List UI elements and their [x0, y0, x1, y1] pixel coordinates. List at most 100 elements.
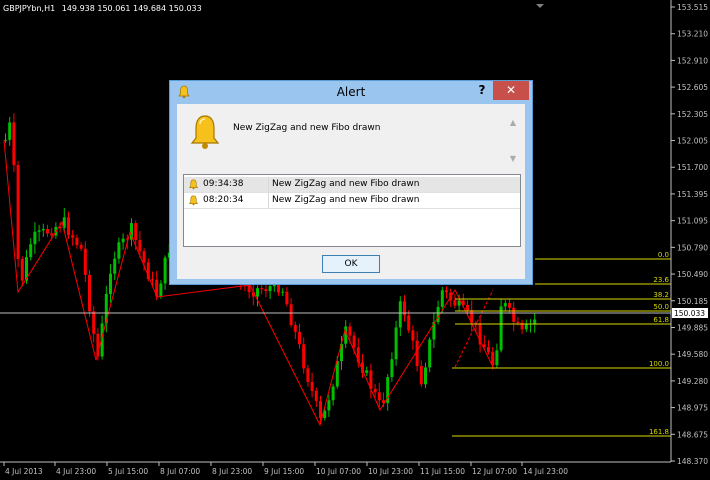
price-tick-label: 148.675 — [677, 430, 708, 439]
candle-body — [151, 279, 154, 281]
alert-dialog: Alert ? ✕ New ZigZag and new Fibo drawn … — [169, 80, 533, 285]
candle-body — [41, 229, 45, 231]
alert-body: New ZigZag and new Fibo drawn ▲ ▼ 09:34:… — [177, 104, 525, 279]
candle-body — [159, 283, 163, 297]
candle-body — [306, 368, 310, 383]
current-price-label: 150.033 — [674, 309, 705, 318]
bell-icon — [190, 115, 220, 149]
alert-time: 09:34:38 — [203, 179, 244, 189]
candle-body — [428, 339, 432, 368]
candle-body — [524, 324, 528, 330]
price-tick-label: 153.210 — [677, 30, 708, 39]
candle-body — [495, 350, 499, 366]
alert-list[interactable]: 09:34:38 New ZigZag and new Fibo drawn 0… — [183, 174, 521, 247]
candle-body — [398, 301, 402, 328]
candle-body — [83, 248, 87, 275]
candle-body — [8, 122, 12, 140]
candle-body — [445, 290, 448, 293]
candle-body — [411, 330, 415, 341]
candle-body — [352, 335, 356, 348]
price-tick-label: 152.910 — [677, 56, 708, 65]
bell-icon — [188, 179, 199, 190]
candle-body — [415, 340, 419, 366]
candle-body — [516, 321, 520, 323]
candle-body — [298, 331, 301, 345]
candle-body — [293, 325, 297, 332]
price-tick-label: 152.605 — [677, 83, 708, 92]
candle-body — [256, 288, 259, 297]
price-tick-label: 152.305 — [677, 110, 708, 119]
candle-body — [142, 251, 146, 263]
candle-body — [50, 233, 54, 236]
price-tick-label: 148.975 — [677, 404, 708, 413]
alert-row-message: New ZigZag and new Fibo drawn — [272, 179, 420, 189]
price-tick-label: 151.395 — [677, 190, 708, 199]
candle-body — [394, 327, 398, 360]
alert-row[interactable]: 08:20:34 New ZigZag and new Fibo drawn — [184, 193, 520, 209]
candle-body — [289, 304, 293, 326]
candle-body — [377, 392, 381, 401]
fibo-level-label: 50.0 — [653, 303, 669, 311]
time-tick-label: 9 Jul 15:00 — [264, 467, 304, 476]
price-tick-label: 153.515 — [677, 3, 708, 12]
scroll-up-icon[interactable]: ▲ — [508, 118, 518, 128]
candle-body — [533, 319, 537, 324]
alert-titlebar[interactable]: Alert ? ✕ — [170, 81, 532, 103]
candle-body — [134, 223, 138, 241]
time-tick-label: 8 Jul 07:00 — [160, 467, 200, 476]
candle-body — [310, 382, 314, 391]
shift-marker-icon — [536, 4, 544, 8]
alert-time: 08:20:34 — [203, 195, 244, 205]
time-tick-label: 4 Jul 2013 — [5, 467, 43, 476]
candle-body — [92, 311, 96, 334]
time-tick-label: 8 Jul 23:00 — [212, 467, 252, 476]
candle-body — [264, 289, 268, 292]
close-button[interactable]: ✕ — [493, 81, 529, 100]
candle-body — [508, 303, 511, 308]
alert-row[interactable]: 09:34:38 New ZigZag and new Fibo drawn — [184, 177, 520, 193]
price-tick-label: 149.885 — [677, 323, 708, 332]
candle-body — [331, 386, 335, 401]
candle-body — [487, 347, 490, 353]
time-tick-label: 5 Jul 15:00 — [108, 467, 148, 476]
candle-body — [121, 238, 125, 243]
price-tick-label: 152.005 — [677, 137, 708, 146]
alert-message: New ZigZag and new Fibo drawn — [233, 123, 381, 133]
candle-body — [503, 303, 507, 307]
price-tick-label: 150.490 — [677, 270, 708, 279]
symbol-info: GBPJPYbn,H1 149.938 150.061 149.684 150.… — [3, 4, 202, 13]
candle-body — [327, 400, 331, 411]
fibo-level-label: 23.6 — [653, 276, 669, 284]
ohlc-values: 149.938 150.061 149.684 150.033 — [61, 4, 202, 13]
ok-button[interactable]: OK — [322, 255, 380, 273]
price-tick-label: 149.280 — [677, 377, 708, 386]
fibo-level-label: 61.8 — [653, 316, 669, 324]
price-tick-label: 150.790 — [677, 243, 708, 252]
candle-body — [20, 259, 24, 281]
candle-body — [424, 367, 427, 385]
column-divider — [268, 193, 269, 208]
column-divider — [268, 177, 269, 192]
time-tick-label: 11 Jul 15:00 — [420, 467, 465, 476]
candle-body — [29, 244, 33, 258]
alert-row-message: New ZigZag and new Fibo drawn — [272, 195, 420, 205]
time-tick-label: 10 Jul 23:00 — [368, 467, 413, 476]
bell-icon — [188, 195, 199, 206]
scroll-down-icon[interactable]: ▼ — [508, 154, 518, 164]
candle-body — [12, 122, 16, 166]
candle-body — [302, 344, 306, 369]
candle-body — [37, 230, 41, 232]
fibo-level-label: 0.0 — [658, 251, 669, 259]
candle-body — [285, 291, 289, 305]
candle-body — [466, 304, 469, 311]
candle-body — [419, 365, 423, 385]
message-area: New ZigZag and new Fibo drawn ▲ ▼ — [182, 110, 518, 165]
symbol-name: GBPJPYbn,H1 — [3, 4, 56, 13]
candle-body — [281, 291, 285, 293]
candle-body — [75, 237, 79, 245]
candle-body — [117, 242, 121, 259]
candle-body — [88, 274, 91, 312]
help-button[interactable]: ? — [472, 81, 492, 101]
candle-body — [67, 217, 70, 236]
candle-body — [453, 300, 457, 306]
